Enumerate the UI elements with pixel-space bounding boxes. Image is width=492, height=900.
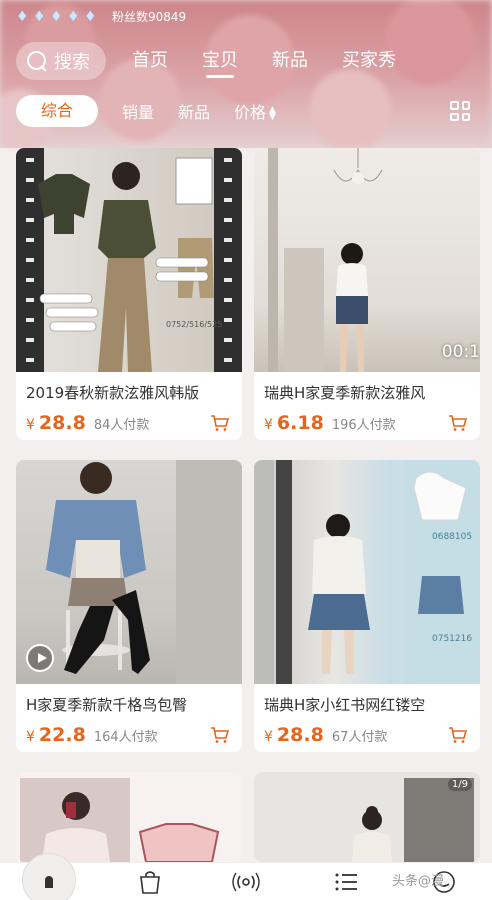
product-price: 28.8 [276,724,324,746]
diamond-icon: ♦ [84,8,97,25]
diamond-icon: ♦ [50,8,63,25]
cart-icon[interactable] [448,726,468,744]
cart-icon[interactable] [210,726,230,744]
sold-count: 196人付款 [331,418,396,433]
bag-icon[interactable] [136,869,164,895]
product-price-row: ¥ 6.18 196人付款 [254,404,480,440]
product-title: 瑞典H家夏季新款泫雅风 [264,384,426,402]
product-image [16,772,242,862]
fans-count: 粉丝数90849 [112,10,187,24]
product-title: 2019春秋新款泫雅风韩版 [26,384,200,402]
product-card[interactable] [16,772,242,862]
sort-new[interactable]: 新品 [178,99,210,123]
diamond-icon: ♦ [67,8,80,25]
product-image: 0752/516/525 [16,148,242,372]
sold-count: 164人付款 [93,730,158,745]
sort-comprehensive[interactable]: 综合 [16,95,98,127]
product-image: 0688105 0751216 [254,460,480,684]
diamond-rating: ♦ ♦ ♦ ♦ ♦ [16,10,100,24]
grid-view-icon[interactable] [450,101,470,121]
product-price: 28.8 [38,412,86,434]
sort-price-label: 价格 [234,103,267,122]
product-image: 00:1 [254,148,480,372]
product-image: 1/9 [254,772,480,862]
sort-price[interactable]: 价格 ▲ ▼ [234,99,276,123]
search-button[interactable]: 搜索 [16,42,106,80]
up-down-arrows-icon: ▲ ▼ [269,104,276,122]
sold-count: 84人付款 [93,418,150,433]
tab-buyer-show[interactable]: 买家秀 [342,42,396,80]
product-price-row: ¥ 28.8 67人付款 [254,716,480,752]
currency-symbol: ¥ [264,417,273,433]
product-price: 22.8 [38,724,86,746]
diamond-icon: ♦ [33,8,46,25]
avatar[interactable] [22,853,76,900]
shop-level-row: ♦ ♦ ♦ ♦ ♦ 粉丝数90849 [16,8,186,25]
tab-products[interactable]: 宝贝 [202,42,238,80]
image-sku-label: 0752/516/525 [166,320,223,329]
product-image [16,460,242,684]
image-page-indicator: 1/9 [447,778,472,791]
product-price-row: ¥ 28.8 84人付款 [16,404,242,440]
live-icon[interactable] [232,869,260,895]
shop-nav: 搜索 首页 宝贝 新品 买家秀 [16,42,476,80]
search-label: 搜索 [54,52,90,73]
product-title: 瑞典H家小红书网红镂空 [264,696,426,714]
product-card[interactable]: 00:1 瑞典H家夏季新款泫雅风 ¥ 6.18 196人付款 [254,148,480,440]
image-sku-label: 0688105 [432,532,473,542]
product-price: 6.18 [276,412,324,434]
list-icon[interactable] [332,869,360,895]
product-card[interactable]: 0688105 0751216 瑞典H家小红书网红镂空 ¥ 28.8 67人付款 [254,460,480,752]
product-card[interactable]: 0752/516/525 2019春秋新款泫雅风韩版 ¥ 28.8 84人付款 [16,148,242,440]
cart-icon[interactable] [448,414,468,432]
sort-bar: 综合 销量 新品 价格 ▲ ▼ [16,95,476,127]
sold-count: 67人付款 [331,730,388,745]
diamond-icon: ♦ [16,8,29,25]
cart-icon[interactable] [210,414,230,432]
sort-sales[interactable]: 销量 [122,99,154,123]
image-sku-label: 0751216 [432,634,473,644]
currency-symbol: ¥ [264,729,273,745]
currency-symbol: ¥ [26,417,35,433]
search-icon [26,50,48,72]
video-duration: 00:1 [441,342,480,362]
product-card[interactable]: H家夏季新款千格鸟包臀 ¥ 22.8 164人付款 [16,460,242,752]
play-video-button[interactable] [26,644,54,672]
product-card[interactable]: 1/9 [254,772,480,862]
tab-new[interactable]: 新品 [272,42,308,80]
tab-home[interactable]: 首页 [132,42,168,80]
product-price-row: ¥ 22.8 164人付款 [16,716,242,752]
watermark: 头条@漫 [392,874,445,889]
product-title: H家夏季新款千格鸟包臀 [26,696,188,714]
currency-symbol: ¥ [26,729,35,745]
nav-tabs: 首页 宝贝 新品 买家秀 [132,42,396,80]
